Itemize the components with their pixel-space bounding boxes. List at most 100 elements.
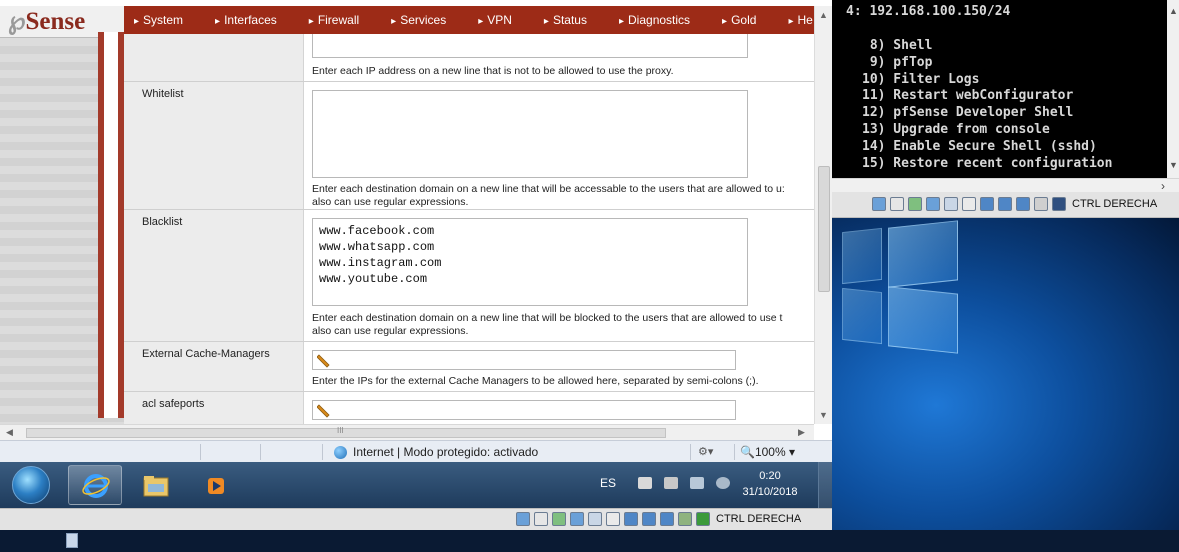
guest-additions-icon[interactable] [678, 512, 692, 526]
vm-device-icons: CTRL DERECHA [872, 197, 1157, 211]
logo-mark: ℘ [8, 8, 26, 35]
display-icon[interactable] [690, 477, 705, 489]
zoom-control[interactable]: 🔍100% ▾ [740, 445, 795, 459]
console-menu-item: 10) Filter Logs [862, 71, 980, 87]
console-horizontal-scrollbar[interactable]: › [832, 178, 1179, 193]
clipboard-icon[interactable] [606, 512, 620, 526]
host-taskbar-strip [0, 530, 1179, 552]
scroll-down-arrow-icon[interactable]: ▼ [1169, 160, 1178, 170]
blacklist-hint: Enter each destination domain on a new l… [312, 312, 783, 324]
globe-icon [334, 445, 347, 459]
proxy-settings-form: Enter each IP address on a new line that… [124, 34, 814, 424]
scroll-up-arrow-icon[interactable]: ▲ [1169, 6, 1178, 16]
language-indicator[interactable]: ES [600, 476, 616, 490]
pfsense-console[interactable]: 4: 192.168.100.150/24 8) Shell 9) pfTop … [832, 0, 1179, 178]
display-vm-icon[interactable] [624, 512, 638, 526]
ie-taskbar-button[interactable] [68, 465, 122, 505]
menu-system[interactable]: System [134, 13, 183, 27]
acl-safeports-input[interactable] [312, 400, 736, 420]
page-horizontal-scrollbar[interactable]: ◀ III ▶ [0, 424, 814, 440]
scroll-right-arrow-icon[interactable]: › [1161, 179, 1165, 193]
console-menu: 8) Shell 9) pfTop 10) Filter Logs 11) Re… [862, 38, 1112, 172]
ie-icon [82, 474, 110, 498]
mouse-integration-icon[interactable] [1052, 197, 1066, 211]
page-vertical-scrollbar[interactable]: ▲ ▼ [814, 6, 832, 424]
status-separator [690, 444, 691, 460]
network-adapter-icon[interactable] [570, 512, 584, 526]
menu-diagnostics[interactable]: Diagnostics [619, 13, 690, 27]
menu-status[interactable]: Status [544, 13, 587, 27]
security-zone[interactable]: Internet | Modo protegido: activado [334, 445, 538, 459]
console-vertical-scrollbar[interactable]: ▲ ▼ [1167, 0, 1179, 178]
console-menu-item: 14) Enable Secure Shell (sshd) [862, 138, 1097, 154]
blocked-ips-textarea[interactable] [312, 34, 748, 58]
blocked-ips-hint: Enter each IP address on a new line that… [312, 65, 674, 77]
acl-safeports-row: acl safeports [124, 392, 814, 424]
vertical-scroll-thumb[interactable] [818, 166, 830, 292]
scroll-up-arrow-icon[interactable]: ▲ [819, 10, 828, 20]
show-desktop-button[interactable] [818, 462, 832, 508]
menu-services[interactable]: Services [391, 13, 446, 27]
menu-firewall[interactable]: Firewall [309, 13, 359, 27]
scroll-down-arrow-icon[interactable]: ▼ [819, 410, 828, 420]
blocked-ips-row: Enter each IP address on a new line that… [124, 34, 814, 82]
windows-logo-pane [842, 227, 882, 285]
hdd-icon[interactable] [872, 197, 886, 211]
hdd-icon[interactable] [516, 512, 530, 526]
media-player-taskbar-button[interactable] [188, 465, 242, 505]
media-player-icon [208, 478, 224, 494]
whitelist-textarea[interactable] [312, 90, 748, 178]
display-vm-icon[interactable] [980, 197, 994, 211]
acl-safeports-value-cell [304, 392, 814, 424]
menu-vpn[interactable]: VPN [478, 13, 512, 27]
host-key-label: CTRL DERECHA [1072, 198, 1158, 210]
video-capture-icon[interactable] [642, 512, 656, 526]
clipboard-icon[interactable] [962, 197, 976, 211]
protected-mode-settings-icon[interactable]: ⚙▾ [698, 445, 713, 458]
document-icon[interactable] [66, 533, 78, 548]
whitelist-hint: Enter each destination domain on a new l… [312, 183, 785, 195]
start-orb-icon[interactable] [12, 466, 50, 504]
mouse-integration-icon[interactable] [696, 512, 710, 526]
scroll-left-arrow-icon[interactable]: ◀ [6, 427, 13, 438]
volume-icon[interactable] [716, 477, 731, 489]
video-capture-icon[interactable] [998, 197, 1012, 211]
usb-icon[interactable] [552, 512, 566, 526]
usb-icon[interactable] [908, 197, 922, 211]
flag-icon[interactable] [638, 477, 653, 489]
clock-date: 31/10/2018 [742, 486, 798, 498]
external-cache-input[interactable] [312, 350, 736, 370]
external-cache-row: External Cache-Managers Enter the IPs fo… [124, 342, 814, 392]
menu-help[interactable]: He [788, 13, 812, 27]
external-cache-hint: Enter the IPs for the external Cache Man… [312, 375, 759, 387]
menu-interfaces[interactable]: Interfaces [215, 13, 277, 27]
shared-folder-icon[interactable] [944, 197, 958, 211]
windows10-desktop[interactable] [832, 218, 1179, 530]
status-separator [322, 444, 323, 460]
blacklist-textarea[interactable]: www.facebook.com www.whatsapp.com www.in… [312, 218, 748, 306]
optical-drive-icon[interactable] [534, 512, 548, 526]
explorer-taskbar-button[interactable] [128, 465, 182, 505]
menu-gold[interactable]: Gold [722, 13, 756, 27]
cpu-icon[interactable] [660, 512, 674, 526]
optical-drive-icon[interactable] [890, 197, 904, 211]
taskbar-clock[interactable]: 0:20 31/10/2018 [740, 468, 800, 500]
shared-folder-icon[interactable] [588, 512, 602, 526]
clock-time: 0:20 [759, 470, 781, 482]
console-menu-item: 12) pfSense Developer Shell [862, 105, 1074, 121]
whitelist-row: Whitelist Enter each destination domain … [124, 82, 814, 210]
zoom-magnifier-icon: 🔍 [740, 445, 755, 459]
explorer-icon [143, 476, 169, 497]
windows7-taskbar: ES 0:20 31/10/2018 [0, 462, 832, 508]
network-icon[interactable] [664, 477, 679, 489]
guest-additions-icon[interactable] [1034, 197, 1048, 211]
console-menu-item: 11) Restart webConfigurator [862, 88, 1074, 104]
whitelist-value-cell: Enter each destination domain on a new l… [304, 82, 814, 209]
horizontal-scroll-thumb[interactable]: III [26, 426, 666, 438]
left-vm-window: ℘Sense System Interfaces Firewall Servic… [0, 0, 832, 530]
browser-status-bar: Internet | Modo protegido: activado ⚙▾ 🔍… [0, 440, 832, 462]
network-adapter-icon[interactable] [926, 197, 940, 211]
scroll-right-arrow-icon[interactable]: ▶ [798, 427, 805, 438]
console-menu-item: 15) Restore recent configuration [862, 155, 1113, 171]
cpu-icon[interactable] [1016, 197, 1030, 211]
